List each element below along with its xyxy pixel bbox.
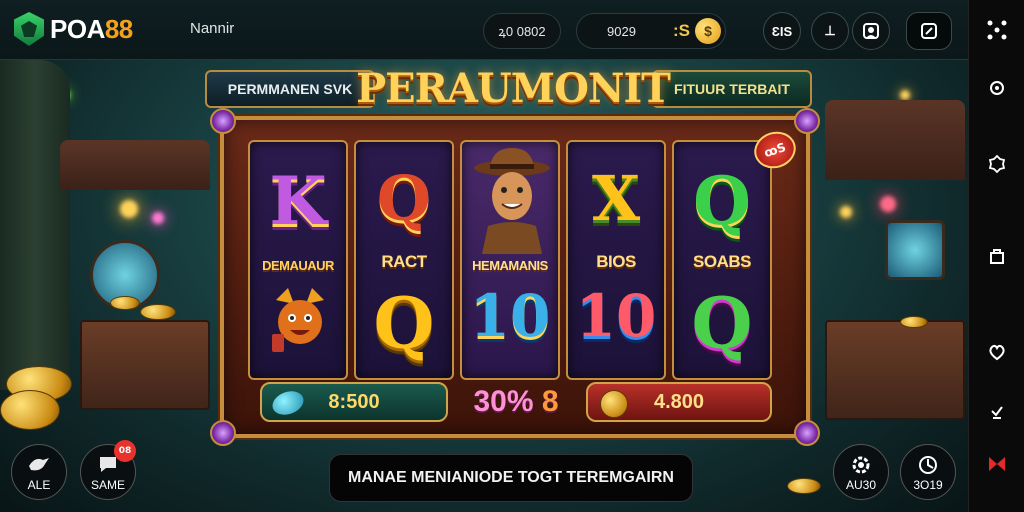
spin-label: 3O19 (913, 478, 943, 492)
reel-1: K DEMAUAUR (248, 140, 348, 380)
right-stall (815, 100, 965, 420)
win-right-bar[interactable]: 4.800 (586, 382, 772, 422)
bookmark-icon[interactable] (983, 450, 1011, 478)
slot-machine: K DEMAUAUR Q RACT Q HEMAMANIS 10 X BIOS … (210, 108, 820, 446)
coin-pile (140, 304, 176, 320)
win-left-bar[interactable]: 8:500 (260, 382, 448, 422)
save-button-label: SAME (90, 478, 125, 492)
reel-symbol-10: 10 (575, 282, 657, 350)
user-icon (863, 23, 879, 39)
explorer-character-icon (472, 146, 552, 254)
alert-button[interactable]: ALE (11, 444, 67, 500)
fullscreen-button[interactable] (906, 12, 952, 50)
dollar-coin-icon: $ (695, 18, 721, 44)
username[interactable]: Nannir (190, 20, 234, 37)
notification-badge: 08 (114, 440, 136, 462)
reel-4: X BIOS 10 (566, 140, 666, 380)
expand-icon (921, 23, 937, 39)
hand-icon[interactable] (983, 398, 1011, 426)
header-button-a[interactable]: ƐIS (763, 12, 801, 50)
gold-coin-icon (600, 390, 628, 418)
corner-ornament (210, 420, 236, 446)
brand-number: 88 (104, 13, 133, 44)
coin-stack (0, 390, 60, 430)
bag-icon[interactable] (983, 242, 1011, 270)
reel-caption: SOABS (693, 252, 751, 271)
win-multiplier: 30% 8 (458, 382, 574, 422)
coin-balance-suffix: :S (673, 21, 690, 40)
header-button-b[interactable]: ⊥ (811, 12, 849, 50)
coin-pile (787, 478, 821, 494)
corner-ornament (794, 420, 820, 446)
game-title: PERAUMONIT (356, 64, 671, 112)
coin-balance-value: 9029 (607, 23, 636, 39)
alert-button-label: ALE (27, 478, 51, 492)
left-stall (60, 140, 220, 410)
reel-symbol-q: Q (373, 282, 435, 365)
reel-caption: RACT (381, 252, 427, 271)
autoplay-button[interactable]: AU30 (833, 444, 889, 500)
brand-name: POA (50, 13, 105, 44)
settings-icon[interactable] (983, 74, 1011, 102)
reel-symbol-q: Q (693, 162, 751, 240)
heart-icon[interactable] (983, 338, 1011, 366)
reel-2: Q RACT Q (354, 140, 454, 380)
coin-pile (110, 296, 140, 310)
status-message: MANAE MENIANIODE TOGT TEREMGAIRN (329, 454, 693, 502)
reel-caption: HEMAMANIS (472, 258, 548, 273)
balance-display[interactable]: ꝝ0 0802 (483, 13, 561, 49)
side-rail (968, 0, 1024, 512)
shield-icon (14, 12, 44, 46)
reel-symbol-k: K (269, 162, 327, 240)
profile-button[interactable] (852, 12, 890, 50)
corner-ornament (794, 108, 820, 134)
gem-icon (269, 387, 307, 419)
coin-balance-pill[interactable]: 9029 :S $ (576, 13, 726, 49)
reel-symbol-10: 10 (469, 282, 551, 350)
spin-icon (919, 456, 937, 474)
reel-symbol-x: X (591, 162, 641, 235)
corner-ornament (210, 108, 236, 134)
reel-symbol-q: Q (691, 282, 753, 365)
coin-pile (900, 316, 928, 328)
win-left-value: 8:500 (328, 390, 380, 413)
menu-dots-icon[interactable] (983, 16, 1011, 44)
brand-logo[interactable]: POA88 (14, 12, 133, 46)
gear-icon[interactable] (983, 150, 1011, 178)
reel-caption: BIOS (596, 252, 636, 271)
firefly (900, 90, 910, 100)
reel-3: HEMAMANIS 10 (460, 140, 560, 380)
fox-mascot-icon (268, 282, 332, 362)
top-bar: POA88 Nannir ꝝ0 0802 9029 :S $ ƐIS ⊥ (0, 0, 968, 60)
banner-left-plaque: PERMMANEN SVK (205, 70, 375, 108)
gear-icon (852, 456, 870, 474)
reel-caption: DEMAUAUR (262, 258, 334, 273)
multiplier-suffix: 8 (541, 385, 559, 418)
reel-5: Q SOABS Q (672, 140, 772, 380)
banner-right-plaque: FITUUR TERBAIT (652, 70, 812, 108)
bird-icon (29, 458, 49, 471)
reel-symbol-q: Q (376, 162, 431, 235)
spin-button[interactable]: 3O19 (900, 444, 956, 500)
autoplay-label: AU30 (845, 478, 877, 492)
win-right-value: 4.800 (653, 390, 705, 413)
multiplier-value: 30% (473, 385, 534, 418)
